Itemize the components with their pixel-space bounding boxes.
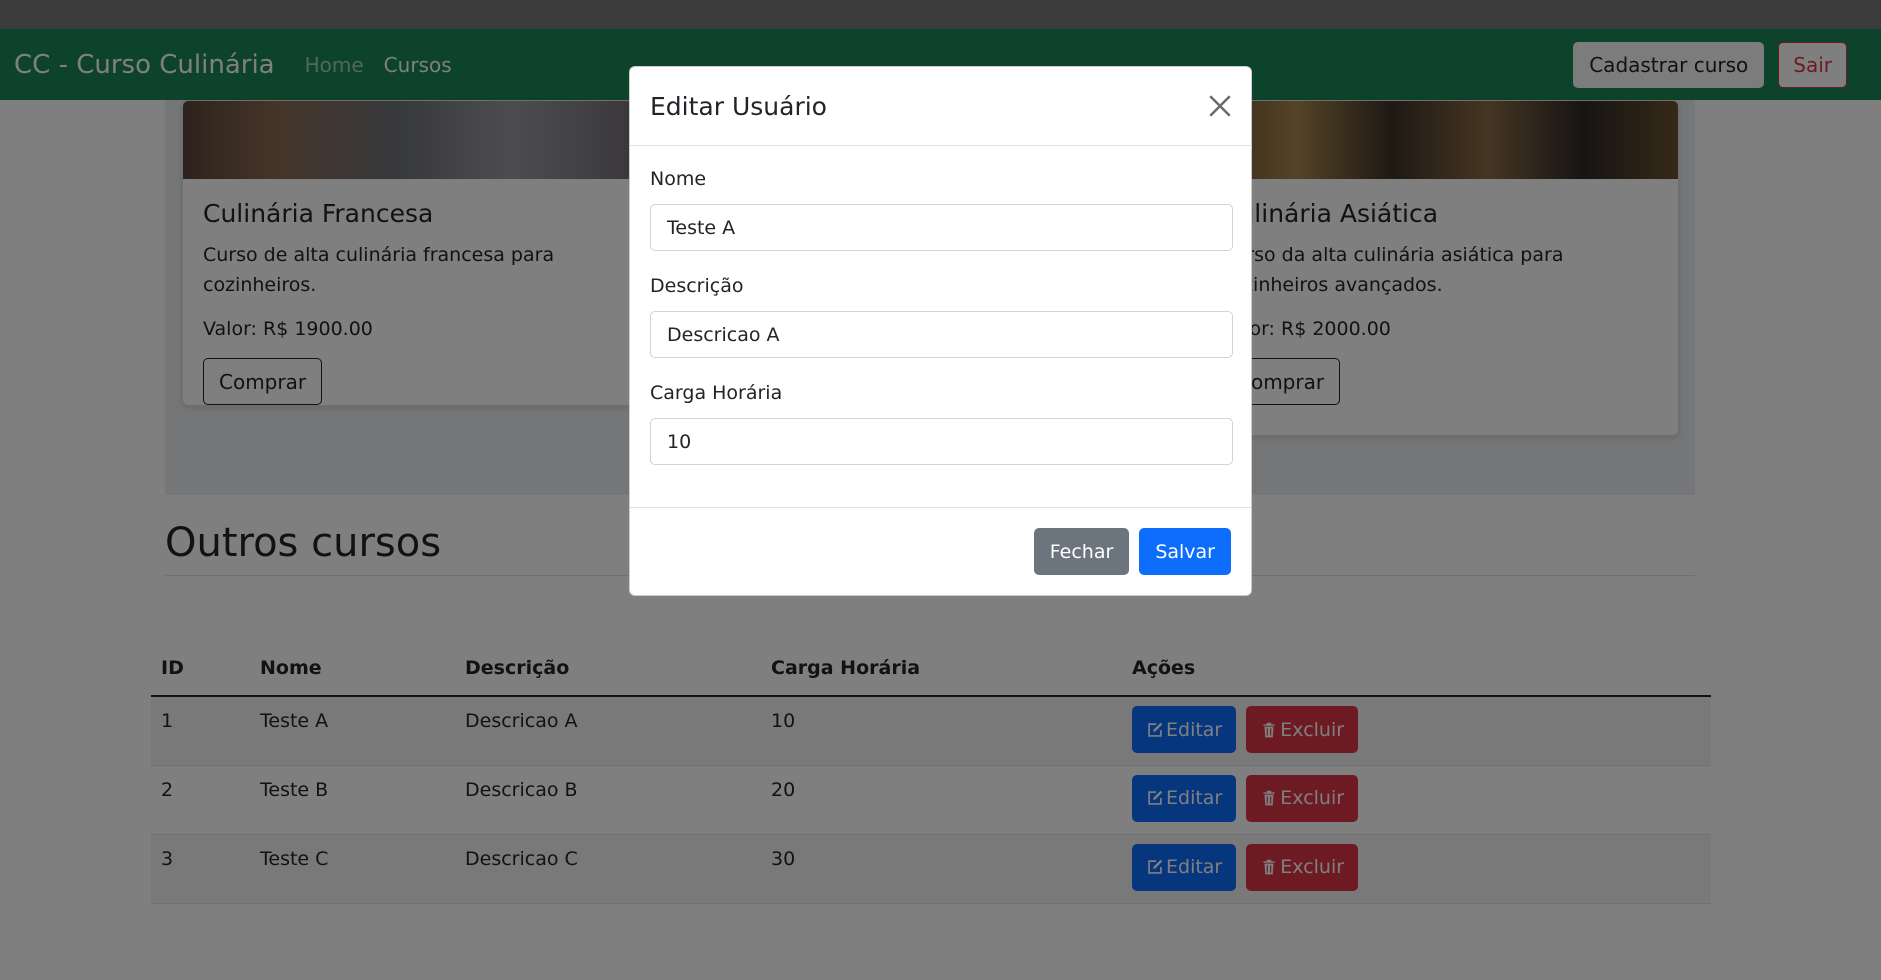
hours-input[interactable] xyxy=(650,418,1233,465)
description-input[interactable] xyxy=(650,311,1233,358)
close-button[interactable]: Fechar xyxy=(1033,528,1130,575)
modal-body: Nome Descrição Carga Horária xyxy=(630,146,1251,508)
save-button[interactable]: Salvar xyxy=(1139,528,1231,575)
modal-title: Editar Usuário xyxy=(650,91,827,121)
description-label: Descrição xyxy=(650,275,744,297)
close-icon[interactable] xyxy=(1207,93,1233,119)
modal-header: Editar Usuário xyxy=(630,67,1251,146)
modal-footer: Fechar Salvar xyxy=(630,508,1251,595)
browser-top-strip xyxy=(0,0,1881,29)
name-label: Nome xyxy=(650,168,707,190)
hours-label: Carga Horária xyxy=(650,382,783,404)
edit-user-modal: Editar Usuário Nome Descrição Carga Horá… xyxy=(629,66,1252,596)
name-input[interactable] xyxy=(650,204,1233,251)
